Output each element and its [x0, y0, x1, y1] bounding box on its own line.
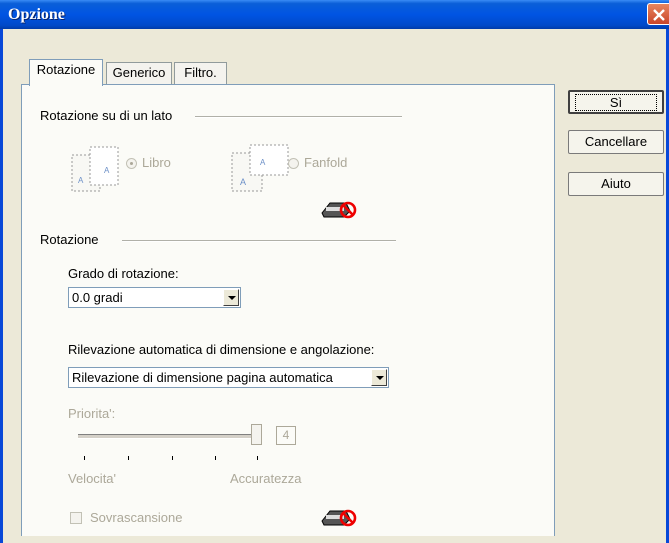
degree-label: Grado di rotazione:	[68, 266, 179, 281]
radio-libro[interactable]	[126, 158, 137, 169]
chevron-down-icon[interactable]	[371, 369, 387, 386]
degree-select[interactable]: 0.0 gradi	[68, 287, 241, 308]
cancel-button[interactable]: Cancellare	[568, 130, 664, 154]
help-button[interactable]: Aiuto	[568, 172, 664, 196]
auto-detect-select[interactable]: Rilevazione di dimensione pagina automat…	[68, 367, 389, 388]
overscan-checkbox[interactable]	[70, 512, 82, 524]
svg-text:A: A	[78, 176, 84, 185]
slider-tick	[257, 456, 258, 460]
ok-button[interactable]: Sì	[568, 90, 664, 114]
rotation-divider	[122, 240, 396, 242]
window-left-border	[0, 29, 3, 543]
svg-text:A: A	[240, 177, 246, 187]
no-scanner-icon	[321, 201, 357, 219]
slider-tick	[84, 456, 85, 460]
radio-fanfold[interactable]	[288, 158, 299, 169]
libro-label: Libro	[142, 155, 171, 170]
single-side-divider	[195, 116, 402, 118]
window-title: Opzione	[8, 6, 65, 23]
ok-button-label: Sì	[575, 94, 657, 111]
single-side-heading: Rotazione su di un lato	[40, 108, 173, 123]
chevron-down-icon[interactable]	[223, 289, 239, 306]
priority-slider-thumb[interactable]	[251, 424, 262, 445]
priority-slider-track[interactable]	[78, 434, 258, 439]
book-page-icon: A A	[71, 146, 119, 192]
priority-label: Priorita':	[68, 406, 116, 421]
auto-detect-label: Rilevazione automatica di dimensione e a…	[68, 342, 375, 357]
rotation-heading: Rotazione	[40, 232, 99, 247]
tab-generico[interactable]: Generico	[106, 62, 172, 84]
slider-tick	[128, 456, 129, 460]
slider-tick	[172, 456, 173, 460]
degree-value: 0.0 gradi	[72, 290, 123, 305]
close-icon	[653, 9, 665, 21]
svg-text:A: A	[104, 166, 110, 175]
tab-rotazione[interactable]: Rotazione	[29, 59, 103, 86]
fanfold-label: Fanfold	[304, 155, 348, 170]
fanfold-page-icon: A A	[231, 144, 289, 192]
tab-filtro[interactable]: Filtro.	[174, 62, 227, 84]
overscan-label: Sovrascansione	[90, 510, 183, 525]
slider-min-label: Velocita'	[68, 471, 117, 486]
close-button[interactable]	[647, 3, 669, 25]
no-scanner-icon	[321, 509, 357, 527]
title-bar: Opzione	[0, 0, 669, 29]
priority-value: 4	[276, 426, 296, 445]
svg-text:A: A	[260, 158, 266, 167]
slider-tick	[215, 456, 216, 460]
auto-detect-value: Rilevazione di dimensione pagina automat…	[72, 370, 333, 385]
slider-max-label: Accuratezza	[230, 471, 302, 486]
